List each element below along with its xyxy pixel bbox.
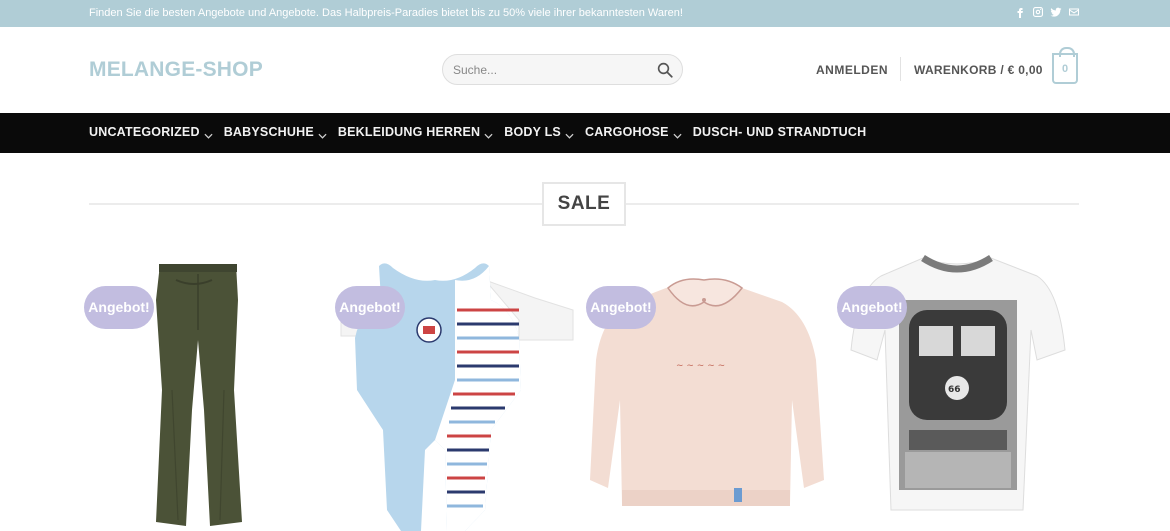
- email-icon[interactable]: [1068, 5, 1080, 19]
- sale-badge: Angebot!: [837, 286, 907, 329]
- sale-badge: Angebot!: [84, 286, 154, 329]
- nav-item-label: BABYSCHUHE: [223, 125, 314, 139]
- nav-item-label: BODY LS: [504, 125, 561, 139]
- product-card[interactable]: Angebot!: [335, 240, 575, 531]
- sale-badge: Angebot!: [335, 286, 405, 329]
- facebook-icon[interactable]: [1014, 5, 1026, 19]
- svg-text:~ ~ ~ ~ ~: ~ ~ ~ ~ ~: [676, 361, 725, 371]
- chevron-down-icon: [484, 128, 493, 139]
- nav-item-uncategorized[interactable]: UNCATEGORIZED: [89, 125, 213, 139]
- nav-item-body-ls[interactable]: BODY LS: [504, 125, 574, 139]
- nav-item-cargohose[interactable]: CARGOHOSE: [584, 125, 682, 139]
- cart-link[interactable]: WARENKORB / € 0,00: [914, 63, 1043, 77]
- nav-item-dusch-und-strandtuch[interactable]: DUSCH- UND STRANDTUCH: [693, 125, 867, 139]
- main-navigation: UNCATEGORIZED BABYSCHUHE BEKLEIDUNG HERR…: [0, 113, 1170, 153]
- product-image[interactable]: [335, 240, 575, 531]
- search-form: [442, 54, 683, 85]
- top-bar: Finden Sie die besten Angebote und Angeb…: [0, 0, 1170, 27]
- instagram-icon[interactable]: [1032, 5, 1044, 19]
- product-card[interactable]: Angebot!: [84, 240, 324, 531]
- nav-item-label: CARGOHOSE: [584, 125, 669, 139]
- site-logo[interactable]: MELANGE-SHOP: [89, 58, 263, 82]
- product-image[interactable]: ~ ~ ~ ~ ~: [586, 240, 826, 531]
- promo-message: Finden Sie die besten Angebote und Angeb…: [89, 7, 683, 19]
- nav-item-babyschuhe[interactable]: BABYSCHUHE: [223, 125, 327, 139]
- search-input[interactable]: [453, 61, 643, 79]
- product-image[interactable]: [84, 240, 324, 531]
- chevron-down-icon: [318, 128, 327, 139]
- cart-count-badge[interactable]: 0: [1052, 47, 1078, 84]
- chevron-down-icon: [565, 128, 574, 139]
- product-card[interactable]: ~ ~ ~ ~ ~ Angebot!: [586, 240, 826, 531]
- section-title: SALE: [542, 182, 626, 226]
- login-link[interactable]: ANMELDEN: [816, 63, 888, 77]
- product-image[interactable]: 66: [837, 240, 1077, 531]
- search-icon[interactable]: [656, 61, 674, 79]
- social-links: [1014, 5, 1080, 19]
- header-divider: [900, 57, 901, 81]
- nav-item-bekleidung-herren[interactable]: BEKLEIDUNG HERREN: [337, 125, 493, 139]
- nav-item-label: BEKLEIDUNG HERREN: [337, 125, 481, 139]
- svg-text:66: 66: [948, 385, 961, 395]
- chevron-down-icon: [204, 128, 213, 139]
- product-card[interactable]: 66 Angebot!: [837, 240, 1077, 531]
- site-header: MELANGE-SHOP ANMELDEN WARENKORB / € 0,00…: [0, 27, 1170, 113]
- nav-item-label: DUSCH- UND STRANDTUCH: [692, 125, 867, 139]
- twitter-icon[interactable]: [1050, 5, 1062, 19]
- sale-badge: Angebot!: [586, 286, 656, 329]
- nav-item-label: UNCATEGORIZED: [89, 125, 200, 139]
- chevron-down-icon: [673, 128, 682, 139]
